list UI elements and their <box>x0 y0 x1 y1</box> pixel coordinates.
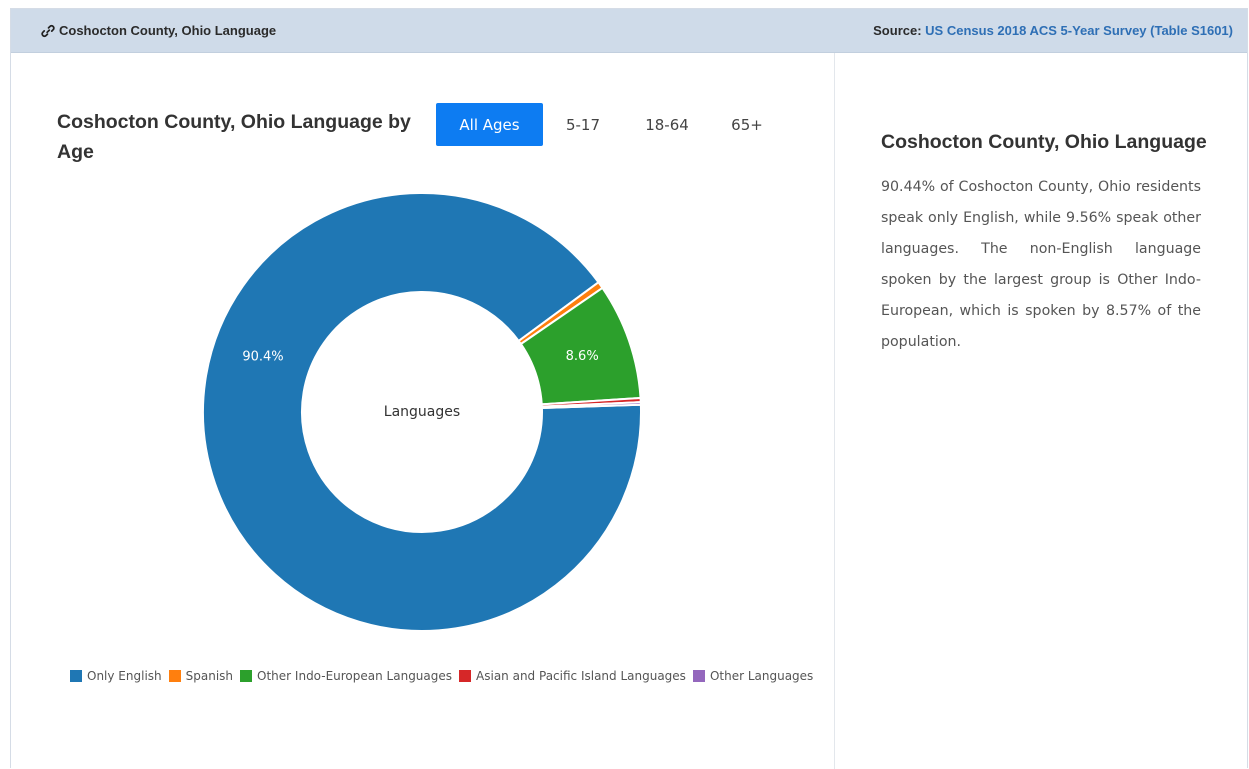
source-label: Source: <box>873 23 922 38</box>
legend-item-spanish[interactable]: Spanish <box>168 669 234 683</box>
legend-item-other-indo-european[interactable]: Other Indo-European Languages <box>240 669 452 683</box>
language-donut-chart: 90.4% 8.6% Languages <box>202 192 642 632</box>
legend-item-only-english[interactable]: Only English <box>70 669 162 683</box>
panel-divider <box>834 53 835 769</box>
legend-swatch <box>70 670 82 682</box>
legend-item-other-languages[interactable]: Other Languages <box>692 669 814 683</box>
side-panel-title: Coshocton County, Ohio Language <box>881 131 1207 153</box>
legend-swatch <box>692 670 705 682</box>
side-panel-description: 90.44% of Coshocton County, Ohio residen… <box>881 179 1201 350</box>
legend-swatch <box>459 670 472 682</box>
source-link[interactable]: US Census 2018 ACS 5-Year Survey (Table … <box>925 23 1233 38</box>
legend-swatch <box>168 670 181 682</box>
donut-center-label: Languages <box>384 404 460 420</box>
data-label-only-english: 90.4% <box>242 350 283 365</box>
source-info: Source: US Census 2018 ACS 5-Year Survey… <box>873 23 1233 38</box>
legend-item-asian-pacific-island[interactable]: Asian and Pacific Island Languages <box>459 669 686 683</box>
legend-label: Other Languages <box>709 669 814 683</box>
legend-label: Other Indo-European Languages <box>257 669 453 683</box>
language-card: Coshocton County, Ohio Language Source: … <box>10 8 1248 769</box>
legend-label: Only English <box>87 669 162 683</box>
legend-label: Spanish <box>185 669 234 683</box>
data-label-other-indo-european: 8.6% <box>566 349 599 364</box>
legend-swatch <box>240 670 253 682</box>
legend-label: Asian and Pacific Island Languages <box>476 669 686 683</box>
chart-legend: Only English Spanish Other Indo-European L… <box>70 669 820 683</box>
